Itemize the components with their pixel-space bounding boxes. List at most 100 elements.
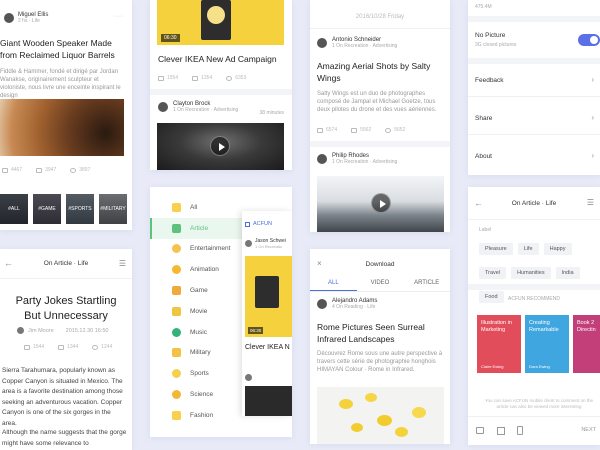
- content-overlay-panel: ACFUN Jason Schwei 1 On Recreatio 06:30 C…: [242, 211, 292, 416]
- avatar: [245, 374, 252, 381]
- post-date: 2015.12.30 16:50: [65, 327, 109, 334]
- product-shape: [207, 6, 225, 24]
- entertainment-icon: [172, 244, 181, 254]
- author-row[interactable]: Clayton Brock 1 On Recreation · Advertis…: [158, 101, 238, 113]
- recommend-heading: ACFUN RECOMMEND: [508, 296, 560, 302]
- avatar: [17, 327, 24, 334]
- author-row[interactable]: Miguel Ellis 2 hs · Life: [4, 12, 48, 24]
- article-image[interactable]: [317, 387, 444, 444]
- author-meta: 4 On Reading · Life: [332, 304, 376, 310]
- next-button[interactable]: NEXT: [581, 427, 596, 433]
- recommend-card[interactable]: Book 2 Directin: [573, 315, 600, 373]
- tag-chip[interactable]: India: [555, 267, 580, 279]
- article-detail-card: ← On Article · Life ☰ Party Jokes Startl…: [0, 249, 132, 450]
- comment-icon: [36, 167, 43, 173]
- chevron-right-icon: ›: [591, 75, 594, 84]
- video-thumbnail[interactable]: 06:30: [157, 0, 284, 45]
- video-thumbnail[interactable]: 06:30: [245, 256, 292, 337]
- article-image[interactable]: [0, 99, 124, 156]
- comment-icon[interactable]: [476, 427, 484, 434]
- author-row[interactable]: Philip Rhodes 1 On Recreation · Advertisi…: [317, 153, 397, 165]
- no-picture-toggle[interactable]: [578, 34, 600, 46]
- lemon-shape: [395, 427, 408, 437]
- tab-video[interactable]: VIDEO: [357, 276, 404, 291]
- video-thumbnail[interactable]: [245, 386, 292, 416]
- author-row[interactable]: Antonio Schneider 1 On Recreation · Adver…: [317, 37, 397, 49]
- tag-tile[interactable]: #ALL: [0, 194, 28, 224]
- avatar: [158, 102, 168, 112]
- article-summary: Découvrez Rome sous une autre perspectiv…: [317, 351, 443, 373]
- tag-chip[interactable]: Humanities: [511, 267, 551, 279]
- recommend-title: Book 2 Directin: [577, 320, 596, 333]
- article-title: Party Jokes Startling But Unnecessary: [15, 295, 117, 322]
- author-name[interactable]: Jim Moore: [28, 328, 54, 334]
- stats-row: 4467 3947 3897: [2, 167, 90, 173]
- grid-icon: [172, 202, 181, 212]
- app-notice: You can save ACFUN mobile client to comm…: [484, 398, 594, 409]
- avatar: [245, 240, 252, 247]
- settings-icon[interactable]: ☰: [587, 198, 594, 207]
- comment-icon: [58, 344, 65, 350]
- stats-row: 1544 1344 1244: [24, 344, 112, 350]
- brand-header: ACFUN: [245, 221, 272, 227]
- tag-chip[interactable]: Life: [517, 243, 539, 255]
- video-thumbnail[interactable]: [157, 123, 284, 170]
- menu-item-feedback[interactable]: Feedback ›: [468, 64, 600, 97]
- label-heading: Label: [479, 227, 492, 233]
- recommend-card[interactable]: Creating Remarkable Dora Ewing: [525, 315, 569, 373]
- tag-tile[interactable]: #SPORTS: [66, 194, 94, 224]
- article-title[interactable]: Giant Wooden Speaker Made from Reclaimed…: [0, 38, 128, 61]
- more-icon[interactable]: ···: [114, 13, 124, 20]
- tag-chip[interactable]: Travel: [479, 267, 507, 279]
- heart-icon: [70, 167, 77, 173]
- article-icon: [172, 223, 181, 233]
- author-meta: 2 hs · Life: [18, 18, 40, 24]
- menu-item-share[interactable]: Share ›: [468, 102, 600, 135]
- author-row[interactable]: [245, 374, 252, 381]
- tag-chip[interactable]: Pleasure: [479, 243, 513, 255]
- tab-all[interactable]: ALL: [310, 276, 357, 291]
- sports-icon: [172, 369, 181, 379]
- eye-icon: [2, 167, 8, 173]
- recommend-author: Dora Ewing: [529, 364, 550, 369]
- settings-icon[interactable]: ☰: [119, 259, 126, 268]
- page-title: Download: [365, 261, 395, 268]
- recommend-card[interactable]: Illustration in Marketing Claire Ewing: [477, 315, 521, 373]
- tag-tile[interactable]: #GAME: [33, 194, 61, 224]
- duration-badge: 06:30: [248, 327, 264, 334]
- video-feed-card: 06:30 Clever IKEA New Ad Campaign 1554 1…: [150, 0, 292, 170]
- author-meta: 1 On Recreation · Advertising: [173, 107, 239, 113]
- avatar: [317, 38, 327, 48]
- video-thumbnail[interactable]: [317, 176, 444, 232]
- author-row[interactable]: Jason Schwei 1 On Recreatio: [245, 238, 286, 249]
- military-icon: [172, 348, 181, 358]
- settings-card: 475.4M No Picture 3G closed pictures Fee…: [468, 0, 600, 175]
- no-picture-label: No Picture: [475, 32, 506, 39]
- lemon-shape: [339, 399, 353, 409]
- stats-row: 6574 5562 5652: [317, 127, 405, 133]
- video-title[interactable]: Clever IKEA New Ad Campaign: [158, 54, 288, 66]
- chevron-right-icon: ›: [591, 113, 594, 122]
- tab-article[interactable]: ARTICLE: [403, 276, 450, 291]
- avatar: [4, 13, 14, 23]
- tag-chip[interactable]: Happy: [543, 243, 572, 255]
- tag-strip: #ALL #GAME #SPORTS #MILITARY: [0, 194, 132, 224]
- bookmark-icon[interactable]: [517, 426, 523, 435]
- tag-tile[interactable]: #MILITARY: [99, 194, 127, 224]
- download-card: × Download ALL VIDEO ARTICLE Alejandro A…: [310, 249, 450, 444]
- play-icon[interactable]: [210, 136, 230, 156]
- article-summary: Fiddle & Hammer, fondé et dirigé par Jor…: [0, 69, 121, 99]
- article-summary: Salty Wings est un duo de photographes c…: [317, 91, 437, 113]
- acfun-icon: [245, 221, 250, 227]
- play-icon[interactable]: [371, 193, 391, 213]
- article-title[interactable]: Amazing Aerial Shots by Salty Wings: [317, 61, 445, 84]
- comment-icon: [192, 75, 199, 81]
- menu-item-about[interactable]: About ›: [468, 140, 600, 173]
- author-row[interactable]: Alejandro Adams 4 On Reading · Life: [317, 298, 377, 310]
- animation-icon: [172, 265, 181, 275]
- share-icon[interactable]: [497, 427, 505, 435]
- video-title[interactable]: Clever IKEA N: [245, 344, 290, 351]
- article-title[interactable]: Rome Pictures Seen Surreal Infrared Land…: [317, 322, 445, 345]
- nav-title: On Article · Life: [511, 200, 557, 207]
- recommend-author: Claire Ewing: [481, 364, 504, 369]
